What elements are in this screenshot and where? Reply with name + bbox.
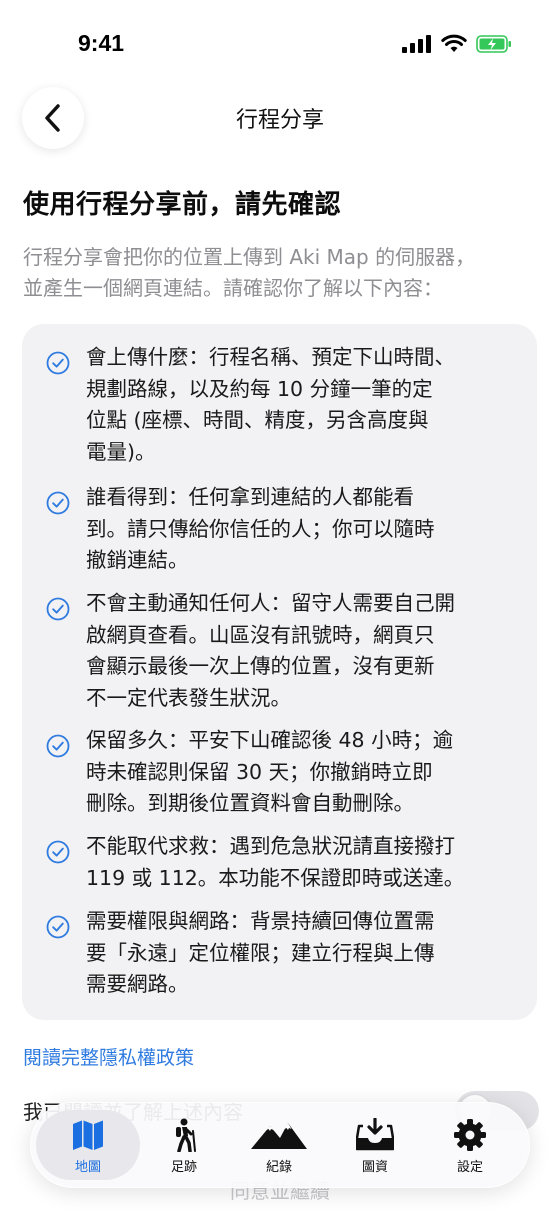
text-line: 保留多久：平安下山確認後 48 小時；逾 [86,728,454,752]
text-line: 不能取代求救：遇到危急狀況請直接撥打 [86,834,455,858]
mountains-icon [251,1123,307,1149]
status-bar: 9:41 [0,0,560,92]
intro-text: 行程分享會把你的位置上傳到 Aki Map 的伺服器， 並產生一個網頁連結。請確… [23,242,543,304]
tray-download-icon [356,1118,394,1151]
map-icon [73,1120,103,1150]
text-line: 119 或 112。本功能不保證即時或送達。 [86,865,465,890]
tab-label: 紀錄 [265,1160,292,1175]
page-title: 行程分享 [235,108,324,133]
check-circle-icon [46,840,70,864]
disclosure-text: 不會主動通知任何人：留守人需要自己開 啟網頁查看。山區沒有訊號時，網頁只 會顯示… [86,588,518,714]
text-line: 不會主動通知任何人：留守人需要自己開 [86,591,455,615]
wifi-icon [441,34,467,52]
text-line: 需要網路。 [86,972,189,996]
disclosure-text: 會上傳什麼：行程名稱、預定下山時間、 規劃路線，以及約每 10 分鐘一筆的定 位… [86,342,518,468]
status-time: 9:41 [78,30,125,56]
text-line: 需要權限與網路：背景持續回傳位置需 [86,909,435,933]
tab-map[interactable]: 地圖 [36,1110,140,1180]
text-line: 要「永遠」定位權限；建立行程與上傳 [86,940,435,965]
intro-line: 行程分享會把你的位置上傳到 Aki Map 的伺服器， [23,245,476,269]
disclosure-text: 保留多久：平安下山確認後 48 小時；逾 時未確認則保留 30 天；你撤銷時立即… [86,725,518,820]
text-line: 位點 (座標、時間、精度，另含高度與 [86,408,429,432]
text-line: 時未確認則保留 30 天；你撤銷時立即 [86,759,433,784]
tab-map-data[interactable]: 圖資 [330,1110,420,1180]
tab-settings[interactable]: 設定 [425,1110,515,1180]
tab-records[interactable]: 紀錄 [234,1110,324,1180]
cellular-signal-icon [402,34,431,53]
text-line: 會上傳什麼：行程名稱、預定下山時間、 [86,345,455,369]
tab-label: 地圖 [74,1160,101,1175]
text-line: 不一定代表發生狀況。 [86,685,291,710]
intro-line: 並產生一個網頁連結。請確認你了解以下內容： [23,276,443,300]
tab-footprints[interactable]: 足跡 [139,1110,229,1180]
text-line: 到。請只傳給你信任的人；你可以隨時 [86,516,435,541]
text-line: 規劃路線，以及約每 10 分鐘一筆的定 [86,376,433,401]
status-icons [402,34,512,53]
tab-label: 足跡 [170,1160,197,1175]
check-circle-icon [46,597,70,621]
text-line: 啟網頁查看。山區沒有訊號時，網頁只 [86,622,435,647]
disclosure-text: 誰看得到：任何拿到連結的人都能看 到。請只傳給你信任的人；你可以隨時 撤銷連結。 [86,482,518,577]
check-circle-icon [46,734,70,758]
text-line: 誰看得到：任何拿到連結的人都能看 [86,485,414,509]
gear-icon [454,1119,486,1151]
disclosure-text: 需要權限與網路：背景持續回傳位置需 要「永遠」定位權限；建立行程與上傳 需要網路… [86,906,518,1001]
disclosure-card: 會上傳什麼：行程名稱、預定下山時間、 規劃路線，以及約每 10 分鐘一筆的定 位… [22,324,537,1020]
check-circle-icon [46,351,70,375]
disclosure-text: 不能取代求救：遇到危急狀況請直接撥打 119 或 112。本功能不保證即時或送達… [86,831,518,894]
privacy-policy-link[interactable]: 閱讀完整隱私權政策 [23,1043,194,1070]
tab-label: 圖資 [361,1160,388,1175]
section-title: 使用行程分享前，請先確認 [23,190,342,220]
tab-bar: 地圖 足跡 紀錄 圖資 設定 [30,1102,530,1188]
check-circle-icon [46,491,70,515]
text-line: 會顯示最後一次上傳的位置，沒有更新 [86,654,435,678]
tab-label: 設定 [456,1160,483,1175]
text-line: 刪除。到期後位置資料會自動刪除。 [86,791,414,815]
text-line: 撤銷連結。 [86,548,189,572]
check-circle-icon [46,915,70,939]
text-line: 電量)。 [86,439,156,464]
hiker-icon [176,1118,196,1152]
battery-charging-icon [476,34,511,53]
